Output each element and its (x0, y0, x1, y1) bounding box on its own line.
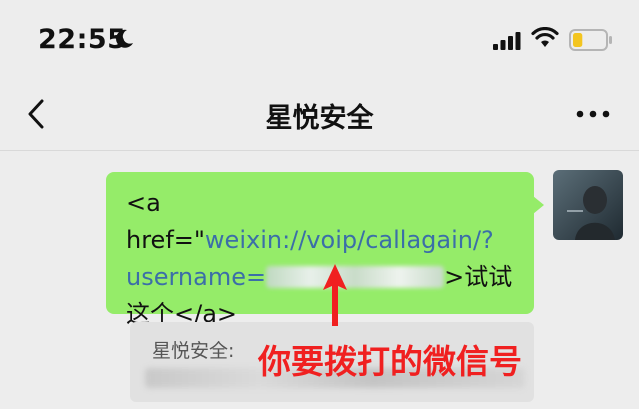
avatar-image (553, 170, 623, 240)
chat-title: 星悦安全 (265, 103, 374, 134)
quoted-sender: 星悦安全: (152, 340, 235, 362)
signal-icon (493, 32, 521, 50)
status-bar: 22:55 (0, 0, 639, 80)
moon-icon (116, 29, 133, 48)
blurred-username (266, 266, 445, 288)
wifi-icon (531, 27, 559, 47)
more-options-icon[interactable] (573, 104, 613, 124)
message-text-before: <a href=" (126, 189, 205, 254)
bubble-tail (533, 196, 544, 214)
annotation-arrow-icon (323, 264, 347, 326)
battery-icon (569, 29, 612, 51)
annotation-text: 你要拨打的微信号 (258, 342, 522, 381)
avatar[interactable] (553, 170, 623, 240)
nav-bar: 星悦安全 (0, 80, 639, 151)
